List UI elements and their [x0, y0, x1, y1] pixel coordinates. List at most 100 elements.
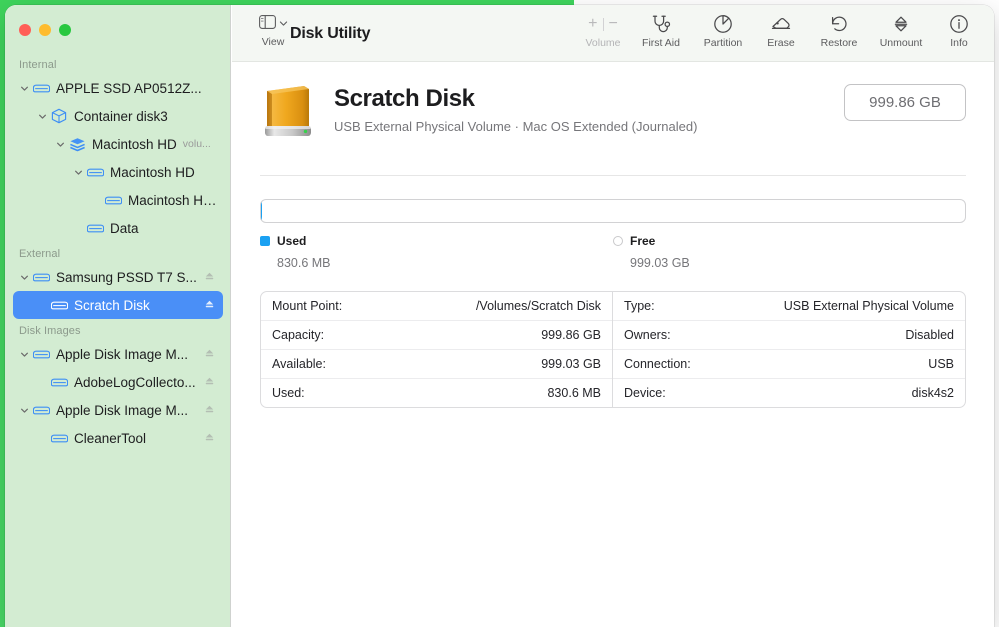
disk-info-tables: Mount Point: /Volumes/Scratch Disk Capacit…	[260, 291, 966, 408]
info-value: /Volumes/Scratch Disk	[476, 299, 601, 313]
sidebar-row[interactable]: Samsung PSSD T7 S...	[13, 263, 223, 291]
sidebar-row-suffix: volu...	[183, 138, 211, 150]
hard-drive-icon	[49, 298, 69, 312]
chevron-down-icon[interactable]	[17, 84, 31, 95]
chevron-down-icon[interactable]	[35, 112, 49, 123]
sidebar-row[interactable]: Data	[13, 214, 223, 242]
sidebar-row[interactable]: AdobeLogCollecto...	[13, 368, 223, 396]
sidebar-row[interactable]: Macintosh HD...	[13, 186, 223, 214]
used-label: Used	[277, 234, 306, 248]
eject-arrows-icon	[870, 13, 932, 35]
info-circle-icon	[932, 13, 986, 35]
sidebar-row[interactable]: Container disk3	[13, 102, 223, 130]
info-row: Mount Point: /Volumes/Scratch Disk	[261, 292, 612, 321]
info-row: Used:830.6 MB	[261, 379, 612, 407]
sidebar-row[interactable]: Macintosh HD	[13, 158, 223, 186]
sidebar-row[interactable]: APPLE SSD AP0512Z...	[13, 74, 223, 102]
header-divider	[260, 175, 966, 176]
info-row: Capacity: 999.86 GB	[261, 321, 612, 350]
hard-drive-icon	[85, 165, 105, 179]
sidebar-row[interactable]: Apple Disk Image M...	[13, 396, 223, 424]
toolbar-unmount-button[interactable]: Unmount	[870, 13, 932, 49]
hard-drive-icon	[31, 81, 51, 95]
stethoscope-icon	[630, 13, 692, 35]
usage-bar	[260, 199, 966, 223]
toolbar-first-aid-button[interactable]: First Aid	[630, 13, 692, 49]
chevron-down-icon[interactable]	[17, 273, 31, 284]
disk-header: Scratch Disk USB External Physical Volum…	[260, 62, 966, 147]
toolbar-restore-button[interactable]: Restore	[808, 13, 870, 49]
toolbar-partition-button[interactable]: Partition	[692, 13, 754, 49]
info-key: Used:	[272, 386, 305, 400]
toolbar: View Disk Utility +− Volume	[232, 5, 994, 62]
eject-icon[interactable]	[204, 403, 215, 418]
used-swatch-icon	[260, 236, 270, 246]
sidebar-row[interactable]: Macintosh HD volu...	[13, 130, 223, 158]
toolbar-actions: +− Volume First Aid	[576, 13, 986, 49]
free-swatch-icon	[613, 236, 623, 246]
info-value: disk4s2	[912, 386, 954, 400]
zoom-button[interactable]	[59, 24, 71, 36]
toolbar-volume-label: Volume	[576, 38, 630, 49]
toolbar-erase-button[interactable]: Erase	[754, 13, 808, 49]
eject-icon[interactable]	[204, 298, 215, 313]
info-key: Type:	[624, 299, 655, 313]
sidebar-toggle-icon	[259, 15, 276, 34]
sidebar-section-header: External	[5, 242, 231, 263]
close-button[interactable]	[19, 24, 31, 36]
legend-free: Free 999.03 GB	[613, 234, 966, 270]
eject-icon[interactable]	[204, 270, 215, 285]
eject-icon[interactable]	[204, 347, 215, 362]
info-value: 999.86 GB	[541, 328, 601, 342]
toolbar-info-label: Info	[932, 38, 986, 49]
sidebar-section-header: Internal	[5, 53, 231, 74]
info-row: Available: 999.03 GB	[261, 350, 612, 379]
eraser-icon	[754, 13, 808, 35]
sidebar-row-label: Container disk3	[74, 109, 168, 124]
hard-drive-icon	[103, 193, 123, 207]
sidebar-row[interactable]: CleanerTool	[13, 424, 223, 452]
chevron-down-icon[interactable]	[17, 406, 31, 417]
eject-icon[interactable]	[204, 375, 215, 390]
toolbar-partition-label: Partition	[692, 38, 754, 49]
free-value: 999.03 GB	[613, 256, 966, 270]
usage-legend: Used 830.6 MB Free 999.03 GB	[260, 234, 966, 270]
legend-used: Used 830.6 MB	[260, 234, 613, 270]
toolbar-info-button[interactable]: Info	[932, 13, 986, 49]
sidebar: InternalAPPLE SSD AP0512Z... Container di…	[5, 5, 231, 627]
hard-drive-icon	[49, 431, 69, 445]
plus-minus-icon: +−	[576, 13, 630, 35]
device-list: InternalAPPLE SSD AP0512Z... Container di…	[5, 53, 231, 452]
info-key: Mount Point:	[272, 299, 342, 313]
info-key: Capacity:	[272, 328, 324, 342]
chevron-down-icon[interactable]	[71, 168, 85, 179]
minimize-button[interactable]	[39, 24, 51, 36]
disk-utility-window: InternalAPPLE SSD AP0512Z... Container di…	[5, 5, 994, 627]
info-key: Available:	[272, 357, 326, 371]
info-row: Owners:Disabled	[613, 321, 965, 350]
sidebar-row-label: Macintosh HD	[92, 137, 177, 152]
main-panel: View Disk Utility +− Volume	[232, 5, 994, 627]
info-value: Disabled	[905, 328, 954, 342]
hard-drive-icon	[31, 270, 51, 284]
sidebar-row-label: Macintosh HD...	[128, 193, 223, 208]
chevron-down-icon[interactable]	[53, 140, 67, 151]
chevron-down-icon	[279, 15, 288, 33]
info-row: Type: USB External Physical Volume	[613, 292, 965, 321]
sidebar-row[interactable]: Scratch Disk	[13, 291, 223, 319]
counterclockwise-arrow-icon	[808, 13, 870, 35]
hard-drive-icon	[85, 221, 105, 235]
chevron-down-icon[interactable]	[17, 350, 31, 361]
toolbar-volume-button[interactable]: +− Volume	[576, 13, 630, 49]
eject-icon[interactable]	[204, 431, 215, 446]
info-value: 999.03 GB	[541, 357, 601, 371]
sidebar-row-label: Macintosh HD	[110, 165, 195, 180]
external-hard-drive-icon	[260, 82, 316, 147]
content-area: Scratch Disk USB External Physical Volum…	[232, 62, 994, 408]
sidebar-row[interactable]: Apple Disk Image M...	[13, 340, 223, 368]
toolbar-erase-label: Erase	[754, 38, 808, 49]
info-row: Connection:USB	[613, 350, 965, 379]
info-value: USB External Physical Volume	[784, 299, 954, 313]
app-title: Disk Utility	[290, 25, 370, 43]
usage-bar-used-segment	[261, 200, 262, 222]
